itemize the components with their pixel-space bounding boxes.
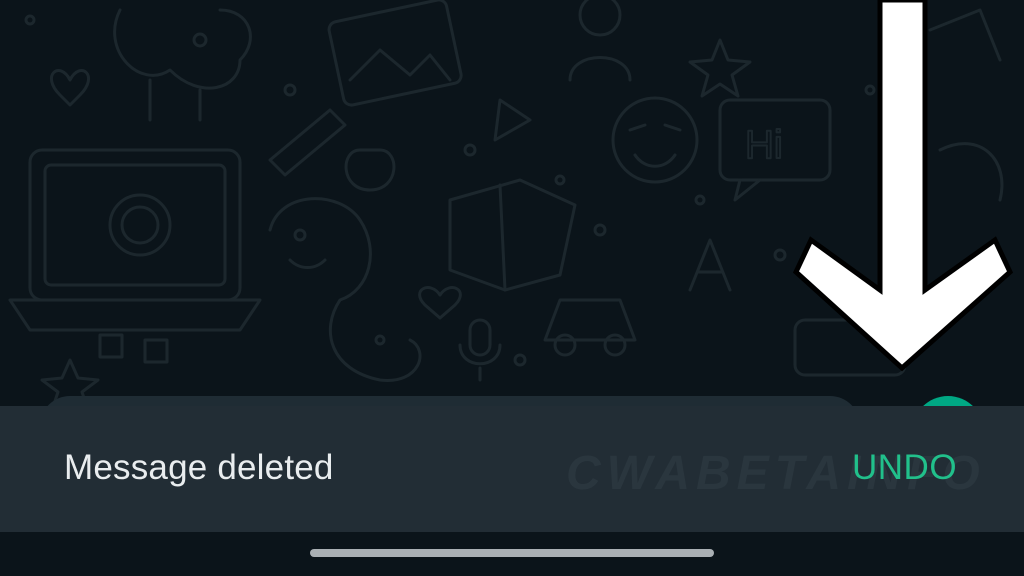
chat-screen: Hi CWABETAINFO Message deleted UNDO [0, 0, 1024, 576]
doodle-hi-text: Hi [745, 123, 783, 167]
snackbar-message: Message deleted [64, 448, 334, 487]
chat-wallpaper: Hi [8, 0, 1004, 412]
home-indicator[interactable] [310, 549, 714, 557]
undo-button[interactable]: UNDO [852, 448, 957, 488]
